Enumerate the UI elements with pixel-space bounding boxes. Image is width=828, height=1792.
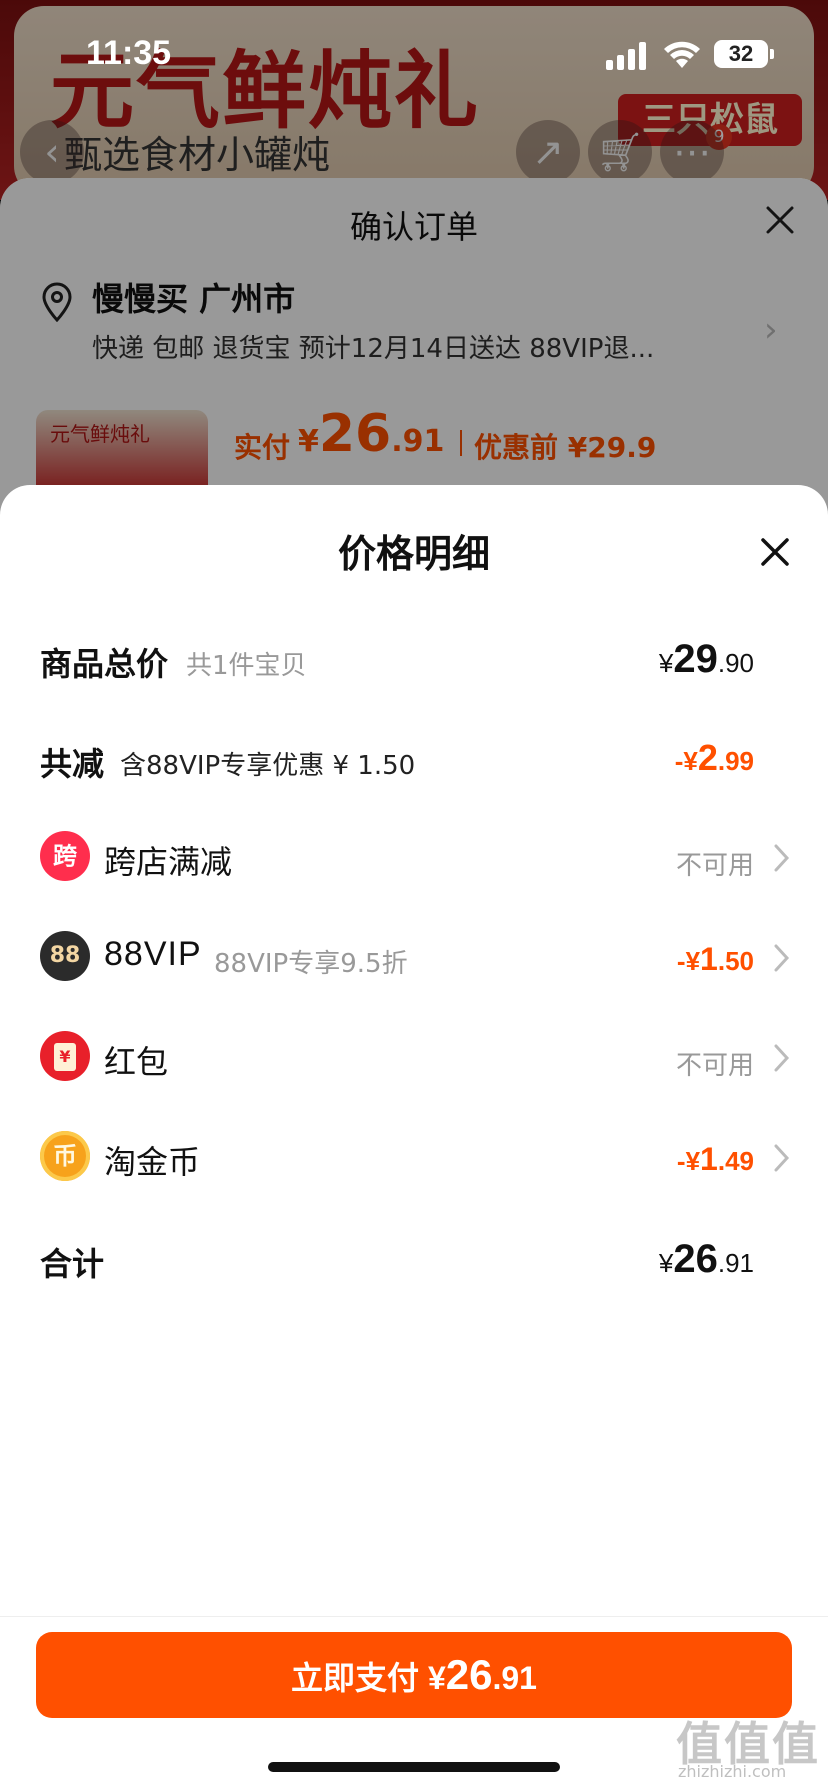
pay-now-button[interactable]: 立即支付 ¥26.91	[36, 1632, 792, 1718]
footer-divider	[0, 1616, 828, 1617]
vip-88-icon: 88	[40, 931, 90, 981]
status-time: 11:35	[86, 34, 172, 72]
vip-label: 88VIP	[104, 935, 202, 973]
discount-int: 2	[697, 737, 718, 778]
price-detail-title: 价格明细	[337, 532, 490, 576]
cross-store-value: 不可用	[675, 850, 754, 880]
sum-currency: ¥	[658, 1248, 674, 1278]
vip-discount-note: 88VIP专享9.5折	[214, 949, 408, 979]
pay-button-label: 立即支付 ¥	[291, 1660, 446, 1696]
sum-int: 26	[673, 1237, 718, 1281]
vip-discount-value: -¥1.50	[677, 941, 754, 978]
pay-dec: .91	[492, 1660, 537, 1696]
sum-dec: .91	[717, 1248, 754, 1278]
discount-row: 共减 含88VIP专享优惠 ¥ 1.50 -¥2.99	[0, 731, 828, 791]
price-detail-sheet: 价格明细 商品总价 共1件宝贝 ¥29.90 共减 含88VIP专享优惠 ¥ 1…	[0, 485, 828, 1792]
red-packet-row[interactable]: ¥ 红包 不可用	[0, 1031, 828, 1091]
currency: ¥	[658, 648, 674, 678]
wifi-icon	[664, 41, 700, 68]
discount-note: 含88VIP专享优惠 ¥ 1.50	[120, 751, 416, 781]
vip-row[interactable]: 88 88VIP 88VIP专享9.5折 -¥1.50	[0, 931, 828, 991]
cross-store-label: 跨店满减	[104, 843, 233, 881]
pay-int: 26	[445, 1651, 493, 1698]
cellular-signal-icon	[606, 42, 648, 70]
gold-coin-int: 1	[700, 1141, 718, 1177]
close-icon[interactable]	[758, 535, 792, 569]
home-indicator[interactable]	[268, 1762, 560, 1772]
chevron-right-icon	[774, 844, 790, 872]
chevron-right-icon	[774, 1044, 790, 1072]
sum-value: ¥26.91	[659, 1237, 754, 1282]
watermark-url: zhizhizhi.com	[678, 1762, 787, 1781]
total-price-row: 商品总价 共1件宝贝 ¥29.90	[0, 631, 828, 691]
cross-store-row[interactable]: 跨 跨店满减 不可用	[0, 831, 828, 891]
battery-cap	[770, 49, 774, 59]
chevron-right-icon	[774, 944, 790, 972]
gold-coin-value: -¥1.49	[677, 1141, 754, 1178]
vip-dec: .50	[717, 946, 754, 976]
total-dec: .90	[717, 648, 754, 678]
total-price-value: ¥29.90	[659, 637, 754, 682]
chevron-right-icon	[774, 1144, 790, 1172]
battery-icon: 32	[714, 40, 768, 68]
status-bar: 11:35 32	[0, 0, 828, 110]
gold-coin-dec: .49	[717, 1146, 754, 1176]
discount-label: 共减	[40, 745, 105, 783]
gold-coin-label: 淘金币	[104, 1143, 201, 1181]
red-packet-glyph: ¥	[54, 1043, 76, 1071]
vip-prefix: -¥	[676, 946, 701, 976]
gold-coin-row[interactable]: 币 淘金币 -¥1.49	[0, 1131, 828, 1191]
discount-prefix: -¥	[674, 746, 698, 776]
cross-store-icon: 跨	[40, 831, 90, 881]
total-price-label: 商品总价	[40, 645, 169, 683]
discount-dec: .99	[717, 746, 754, 776]
red-packet-icon: ¥	[40, 1031, 90, 1081]
gold-coin-icon: 币	[40, 1131, 90, 1181]
sum-label: 合计	[40, 1245, 105, 1283]
red-packet-value: 不可用	[675, 1050, 754, 1080]
vip-int: 1	[700, 941, 718, 977]
item-count: 共1件宝贝	[186, 651, 307, 681]
sheet-overlay[interactable]	[0, 178, 828, 518]
red-packet-label: 红包	[104, 1043, 169, 1081]
sum-row: 合计 ¥26.91	[0, 1231, 828, 1291]
total-int: 29	[673, 637, 718, 681]
discount-value: -¥2.99	[675, 737, 754, 779]
gold-coin-prefix: -¥	[676, 1146, 701, 1176]
